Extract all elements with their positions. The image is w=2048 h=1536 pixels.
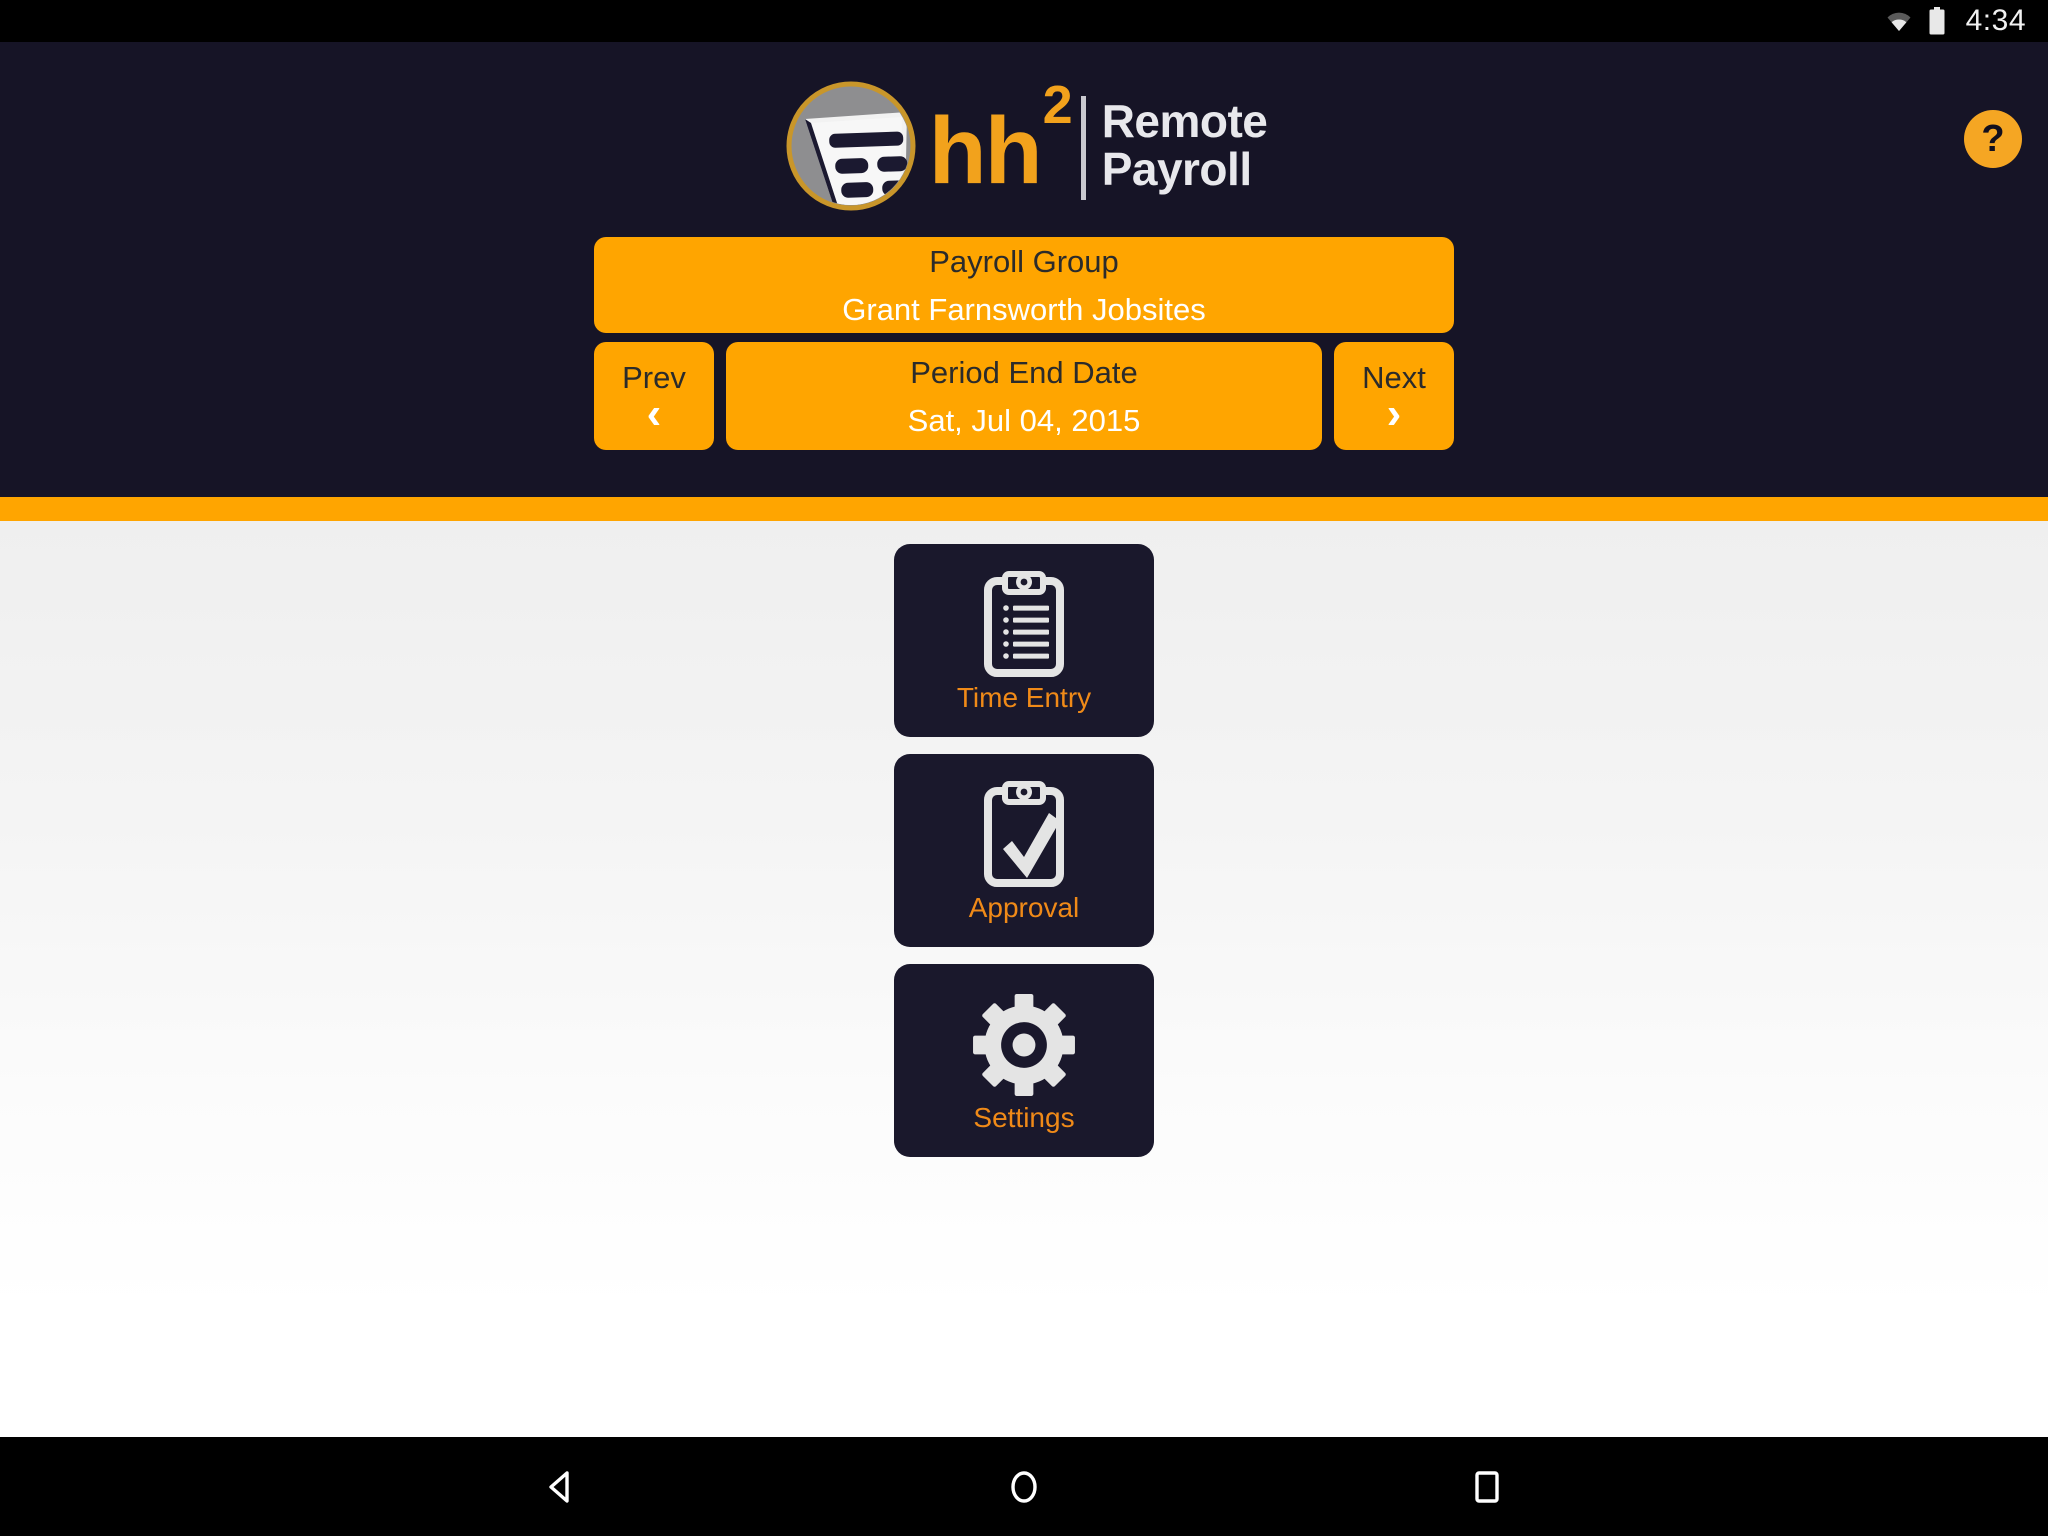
app-root: 4:34 ? hh2 Remote Payroll Payroll Group … — [0, 0, 2048, 1536]
app-logo: hh2 Remote Payroll — [0, 46, 2048, 231]
logo-superscript: 2 — [1042, 74, 1073, 135]
chevron-left-icon: ‹ — [646, 389, 662, 439]
android-status-bar: 4:34 — [0, 0, 2048, 42]
logo-divider — [1080, 95, 1086, 200]
tile-label-approval: Approval — [968, 891, 1080, 923]
android-navigation-bar — [0, 1437, 2048, 1536]
main-content: Time Entry Approval Settings — [0, 521, 2048, 1437]
hh2-logo-mark-icon — [781, 76, 921, 216]
period-selector-panel: Payroll Group Grant Farnsworth Jobsites … — [594, 231, 1454, 450]
tile-approval[interactable]: Approval — [894, 754, 1154, 947]
tile-label-time-entry: Time Entry — [956, 681, 1092, 713]
header-accent-rule — [0, 497, 2048, 521]
gear-icon — [972, 990, 1076, 1100]
period-end-date-value: Sat, Jul 04, 2015 — [907, 402, 1141, 438]
app-header: ? hh2 Remote Payroll Payroll Group Grant… — [0, 42, 2048, 497]
tile-time-entry[interactable]: Time Entry — [894, 544, 1154, 737]
tile-settings[interactable]: Settings — [894, 964, 1154, 1157]
status-bar-icons: 4:34 — [1884, 6, 2026, 36]
period-end-date-selector[interactable]: Period End Date Sat, Jul 04, 2015 — [726, 342, 1322, 450]
battery-icon — [1928, 7, 1946, 35]
chevron-right-icon: › — [1386, 389, 1402, 439]
home-icon[interactable] — [1003, 1466, 1045, 1508]
period-end-date-label: Period End Date — [910, 354, 1138, 390]
logo-wordmark: hh2 Remote Payroll — [928, 74, 1268, 208]
next-period-button[interactable]: Next › — [1334, 342, 1454, 450]
prev-period-button[interactable]: Prev ‹ — [594, 342, 714, 450]
back-icon[interactable] — [540, 1466, 582, 1508]
payroll-group-selector[interactable]: Payroll Group Grant Farnsworth Jobsites — [594, 237, 1454, 333]
period-navigation-row: Prev ‹ Period End Date Sat, Jul 04, 2015… — [594, 342, 1454, 450]
logo-product-line-2: Payroll — [1101, 142, 1252, 195]
recents-icon[interactable] — [1466, 1466, 1508, 1508]
clipboard-check-icon — [979, 780, 1069, 890]
status-bar-clock: 4:34 — [1965, 4, 2026, 37]
payroll-group-value: Grant Farnsworth Jobsites — [842, 291, 1206, 327]
tile-label-settings: Settings — [973, 1101, 1075, 1133]
clipboard-list-icon — [979, 570, 1069, 680]
logo-product-name: Remote Payroll — [1101, 94, 1268, 195]
logo-product-line-1: Remote — [1101, 94, 1268, 147]
payroll-group-label: Payroll Group — [929, 243, 1119, 279]
wifi-icon — [1884, 9, 1914, 33]
logo-brand: hh2 — [928, 74, 1073, 205]
help-button[interactable]: ? — [1964, 110, 2022, 168]
